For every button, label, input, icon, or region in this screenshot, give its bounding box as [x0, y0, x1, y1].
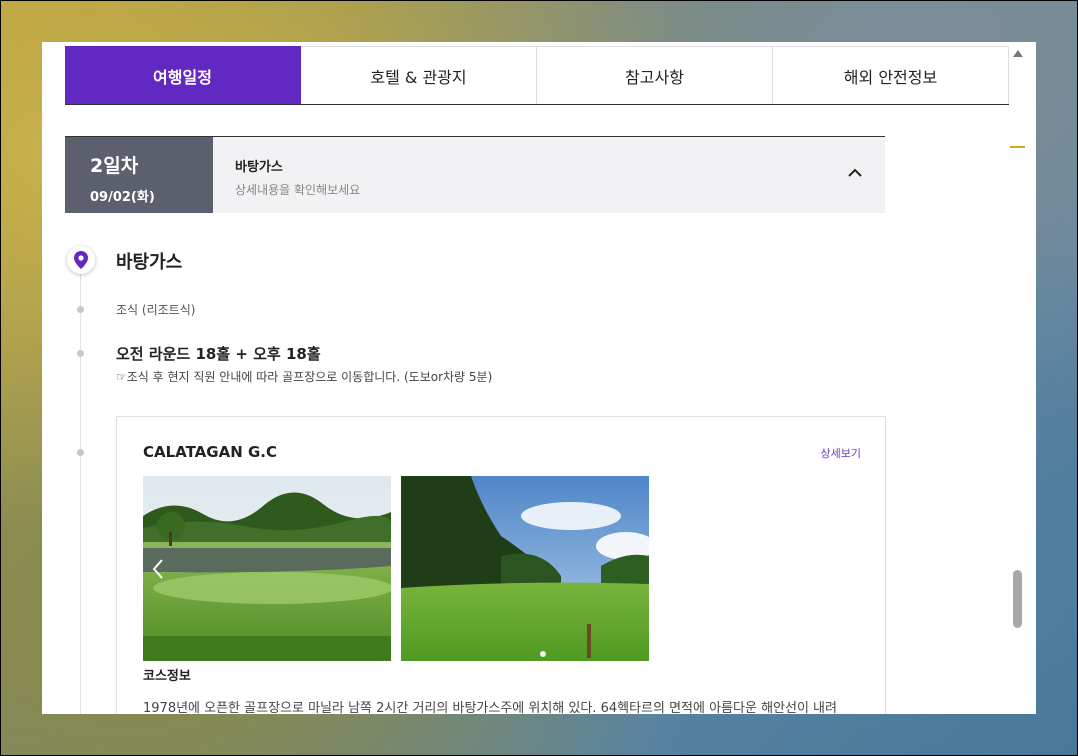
page-scrollbar[interactable]	[1009, 42, 1027, 714]
timeline-dot	[77, 306, 84, 313]
scroll-up-arrow[interactable]	[1013, 50, 1023, 57]
day-date: 09/02(화)	[90, 190, 155, 205]
timeline-line	[80, 270, 81, 714]
course-photo	[401, 476, 649, 661]
course-name: CALATAGAN G.C	[143, 443, 278, 461]
course-detail-link[interactable]: 상세보기	[821, 445, 861, 461]
tab-hotel-attractions[interactable]: 호텔 & 관광지	[301, 46, 537, 104]
day-header[interactable]: 2일차 09/02(화) 바탕가스 상세내용을 확인해보세요	[65, 136, 885, 213]
day-summary: 바탕가스 상세내용을 확인해보세요	[213, 137, 885, 213]
course-info-title: 코스정보	[143, 669, 191, 684]
day-city: 바탕가스	[235, 160, 283, 175]
day-badge: 2일차 09/02(화)	[65, 137, 213, 213]
course-photo	[143, 476, 391, 661]
tab-itinerary[interactable]: 여행일정	[65, 46, 301, 104]
chevron-up-icon[interactable]	[847, 165, 863, 181]
timeline-dot	[77, 449, 84, 456]
round-note: ☞조식 후 현지 직원 안내에 따라 골프장으로 이동합니다. (도보or차량 …	[116, 370, 493, 384]
day-number: 2일차	[90, 155, 139, 177]
timeline-dot	[77, 350, 84, 357]
round-title: 오전 라운드 18홀 + 오후 18홀	[116, 345, 321, 363]
tab-notes[interactable]: 참고사항	[537, 46, 773, 104]
meal-info: 조식 (리조트식)	[116, 303, 196, 317]
itinerary-page: 여행일정 호텔 & 관광지 참고사항 해외 안전정보 2일차 09/02(화) …	[42, 42, 1036, 714]
location-pin-icon	[67, 246, 95, 274]
scrollbar-thumb[interactable]	[1013, 570, 1022, 628]
timeline-city-title: 바탕가스	[116, 252, 183, 273]
itinerary-tabs: 여행일정 호텔 & 관광지 참고사항 해외 안전정보	[65, 46, 1009, 105]
golf-course-card: CALATAGAN G.C 상세보기 코스정보 1978년에 오픈한 골프장으로…	[116, 416, 886, 714]
tab-overseas-safety[interactable]: 해외 안전정보	[773, 46, 1009, 104]
day-hint: 상세내용을 확인해보세요	[235, 183, 361, 197]
chevron-left-icon[interactable]	[151, 558, 165, 580]
course-info-text: 1978년에 오픈한 골프장으로 마닐라 남쪽 2시간 거리의 바탕가스주에 위…	[143, 701, 837, 714]
side-accent-mark	[1010, 146, 1025, 148]
